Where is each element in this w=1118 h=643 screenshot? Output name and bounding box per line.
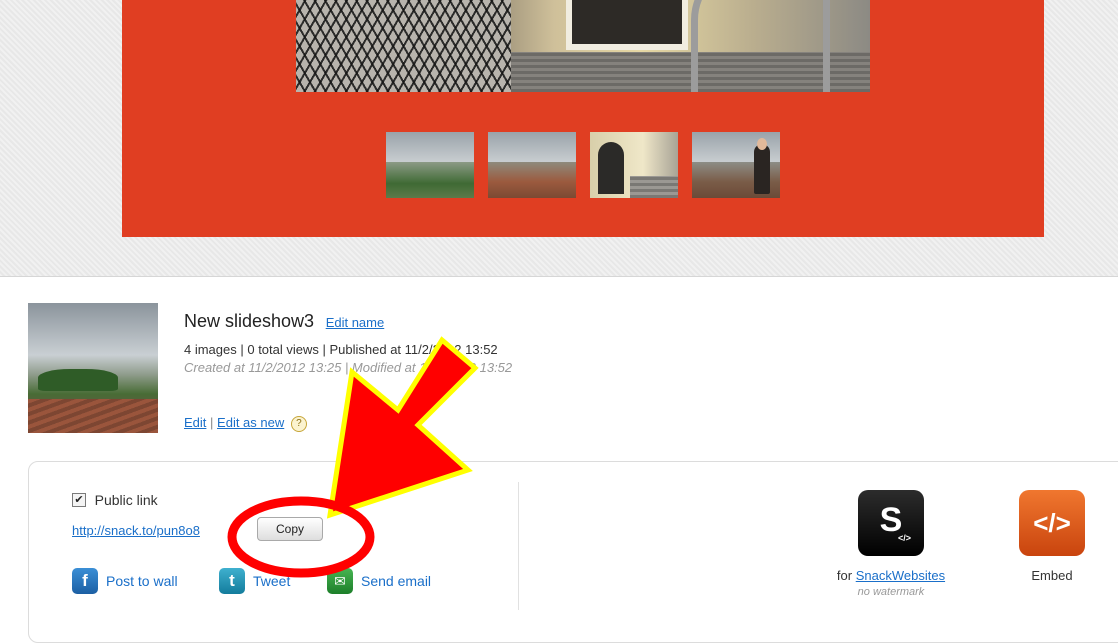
slideshow-info: New slideshow3 Edit name 4 images | 0 to… (28, 303, 1118, 433)
slideshow-stage (122, 0, 1044, 237)
post-to-wall-label: Post to wall (106, 573, 178, 589)
copy-button[interactable]: Copy (257, 517, 323, 541)
main-slide-image (296, 0, 870, 92)
help-icon[interactable]: ? (290, 415, 307, 432)
twitter-icon: t (219, 568, 245, 594)
snackwebsites-note: no watermark (857, 586, 925, 598)
panel-divider (518, 482, 519, 610)
edit-name-link[interactable]: Edit name (326, 315, 385, 330)
cover-roofs (28, 399, 158, 433)
thumbnail-landscape (488, 161, 576, 198)
send-email-button[interactable]: ✉ Send email (327, 568, 431, 594)
share-panel: ✔ Public link http://snack.to/pun8o8 Cop… (28, 461, 1118, 643)
embed-code-icon[interactable]: </> (1019, 490, 1085, 556)
slideshow-dates: Created at 11/2/2012 13:25 | Modified at… (184, 360, 513, 375)
slideshow-actions: Edit | Edit as new ? (184, 415, 307, 432)
thumbnail-sky (386, 132, 474, 162)
thumbnail-3[interactable] (590, 132, 678, 198)
thumbnail-sky (488, 132, 576, 162)
snackwebsites-icon-code: </> (898, 533, 912, 543)
post-to-wall-button[interactable]: f Post to wall (72, 568, 178, 594)
edit-link[interactable]: Edit (184, 415, 206, 430)
edit-as-new-link[interactable]: Edit as new (217, 415, 284, 430)
pole-graphic (823, 0, 830, 92)
public-link-checkbox[interactable]: ✔ (72, 492, 86, 507)
cover-trees (38, 369, 118, 391)
thumbnail-2[interactable] (488, 132, 576, 198)
slideshow-meta: 4 images | 0 total views | Published at … (184, 342, 498, 357)
slideshow-cover-image[interactable] (28, 303, 158, 433)
handrail-graphic (691, 0, 870, 92)
thumbnail-landscape (386, 161, 474, 198)
send-email-label: Send email (361, 573, 432, 589)
email-icon: ✉ (327, 568, 353, 594)
snackwebsites-icon[interactable]: S </> (858, 490, 924, 556)
snackwebsites-prefix: for (836, 568, 853, 583)
action-separator: | (210, 415, 214, 430)
snackwebsites-label: for SnackWebsites (789, 568, 993, 583)
thumbnail-face (757, 138, 767, 150)
public-link-label: Public link (94, 491, 158, 508)
facebook-icon: f (72, 568, 98, 594)
snackwebsites-link[interactable]: SnackWebsites (856, 568, 945, 583)
thumbnail-1[interactable] (386, 132, 474, 198)
slideshow-title: New slideshow3 (184, 311, 315, 331)
embed-label[interactable]: Embed (1019, 568, 1085, 583)
tweet-button[interactable]: t Tweet (219, 568, 290, 594)
public-link-row: ✔ Public link (72, 491, 158, 508)
title-row: New slideshow3 Edit name (184, 311, 384, 332)
thumbnail-stairs (630, 176, 678, 198)
slideshow-preview-area (0, 0, 1118, 277)
thumbnail-door (598, 142, 624, 194)
thumbnail-4[interactable] (692, 132, 780, 198)
tweet-label: Tweet (253, 573, 291, 589)
public-link-url[interactable]: http://snack.to/pun8o8 (72, 523, 200, 538)
iron-gate-graphic (296, 0, 511, 92)
thumbnail-person (754, 144, 770, 194)
window-graphic (566, 0, 688, 50)
